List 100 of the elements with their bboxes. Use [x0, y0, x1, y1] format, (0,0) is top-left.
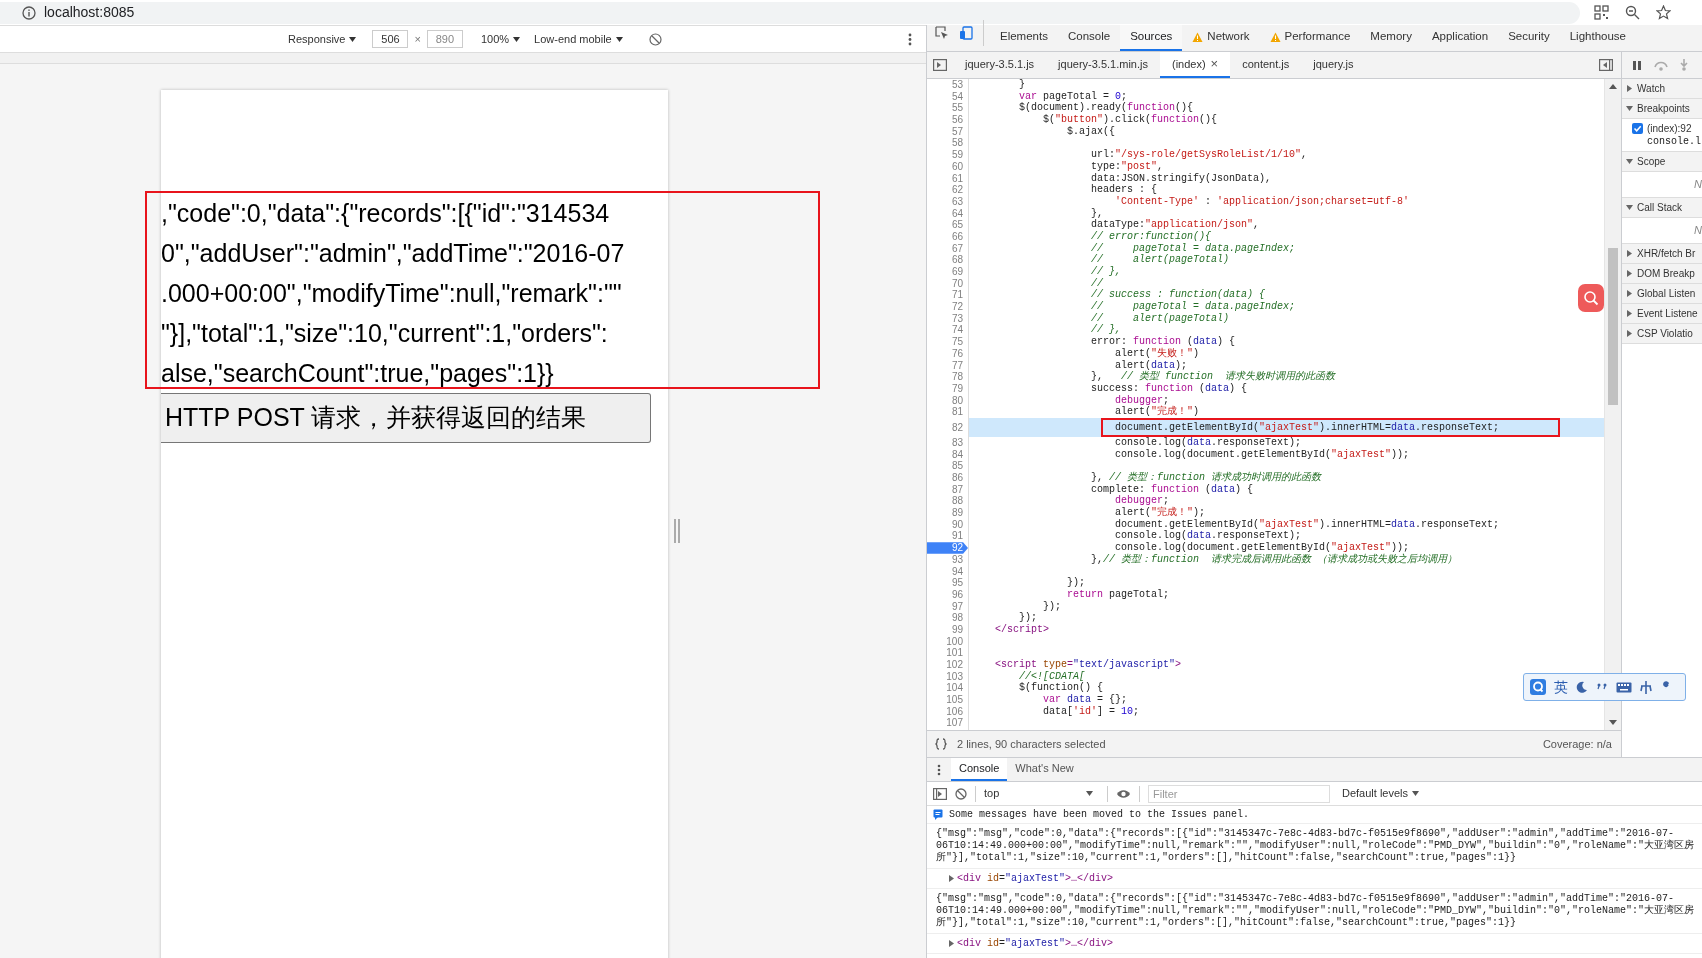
- line-number: 87: [950, 483, 964, 496]
- panel-tab[interactable]: Memory: [1360, 25, 1422, 51]
- line-number: 93: [950, 553, 964, 566]
- more-icon[interactable]: [908, 32, 912, 46]
- file-tab[interactable]: (index) ×: [1159, 52, 1231, 78]
- drawer-menu-icon[interactable]: [937, 763, 941, 776]
- scroll-up-icon[interactable]: [1609, 84, 1617, 89]
- panel-tab[interactable]: Application: [1421, 25, 1499, 51]
- element-preview[interactable]: <div id="ajaxTest">…</div>: [957, 936, 1114, 951]
- file-tab[interactable]: content.js: [1230, 52, 1302, 78]
- line-number: 58: [950, 137, 964, 150]
- rotate-icon[interactable]: [648, 32, 662, 46]
- pause-icon[interactable]: [1632, 59, 1642, 71]
- line-number: 85: [950, 460, 964, 472]
- zoom-icon[interactable]: [1625, 5, 1640, 20]
- panel-tab[interactable]: Lighthouse: [1559, 25, 1636, 51]
- scrollbar-thumb[interactable]: [1608, 248, 1618, 405]
- resize-handle-icon[interactable]: [674, 519, 680, 543]
- caret-icon: [1086, 791, 1093, 796]
- panel-tab[interactable]: Console: [1057, 25, 1121, 51]
- inspect-icon[interactable]: [935, 26, 949, 40]
- code-line: // success : function(data) {: [1091, 289, 1266, 301]
- code-line: console.log(data.responseText);: [1115, 436, 1302, 449]
- line-number: 90: [950, 518, 964, 531]
- context-select[interactable]: top: [984, 785, 1099, 802]
- drawer-tab[interactable]: What's New: [1007, 758, 1082, 781]
- code-line: console.log(document.getElementById("ajaxTest"));: [1115, 448, 1410, 461]
- throttling-select[interactable]: Low-end mobile: [534, 30, 623, 48]
- device-toggle-icon[interactable]: [959, 26, 973, 40]
- ime-mode-toggle[interactable]: 英: [1554, 676, 1568, 698]
- close-button[interactable]: ×: [1210, 54, 1219, 74]
- eye-icon[interactable]: [1116, 788, 1131, 799]
- line-number: 96: [950, 588, 964, 601]
- star-icon[interactable]: [1656, 5, 1671, 20]
- section-header[interactable]: CSP Violatio: [1622, 324, 1702, 344]
- section-header[interactable]: DOM Breakp: [1622, 264, 1702, 284]
- section-title: DOM Breakp: [1637, 267, 1695, 281]
- element-preview[interactable]: <div id="ajaxTest">…</div>: [957, 871, 1114, 886]
- section-header[interactable]: Call Stack: [1622, 198, 1702, 218]
- url-text: localhost:8085: [44, 3, 135, 22]
- width-field[interactable]: 506: [372, 30, 409, 48]
- code-line: $(document).ready(function(){: [1019, 102, 1194, 114]
- q-logo-icon[interactable]: [1530, 679, 1546, 695]
- keyboard-icon[interactable]: [1616, 681, 1632, 693]
- caret-icon: [513, 36, 521, 42]
- line-number: 98: [950, 612, 964, 624]
- code-line: $("button").click(function(){: [1043, 114, 1218, 126]
- address-bar[interactable]: localhost:8085: [0, 1, 1580, 24]
- line-number: 82: [950, 420, 964, 435]
- code-line: data:JSON.stringify(JsonData),: [1091, 172, 1272, 184]
- code-line: dataType:"application/json",: [1091, 219, 1260, 231]
- line-number: 99: [950, 623, 964, 636]
- qr-code-icon[interactable]: [1594, 5, 1609, 20]
- code-line: }, // 类型 function 请求失败时调用的此函数: [1091, 371, 1336, 383]
- line-number: 64: [950, 207, 964, 220]
- section-header[interactable]: XHR/fetch Br: [1622, 244, 1702, 264]
- line-number: 56: [950, 114, 964, 126]
- section-header[interactable]: Global Listen: [1622, 284, 1702, 304]
- code-line: //: [1091, 277, 1104, 289]
- panel-tab[interactable]: Sources: [1120, 25, 1183, 51]
- panel-tab[interactable]: Network: [1182, 25, 1260, 51]
- line-number: 66: [950, 230, 964, 243]
- console-log-message: {"msg":"msg","code":0,"data":{"records":[{"id":"3145347c-7e8c-4d83-bd7c-f0515e9f8690","addUser":"admin","addTime":"2016-07- 06T10:14:49.000+00:00","modifyTime":null,"remark":"","modifyUser":null,"roleCode":"PMD_DYW","buildin":"0","roleName":"大亚湾区房 所"}],"total":1,"size":10,"current":1,"orders":[],"hitCount":false,"searchCount":true,"pages":1}}: [936, 828, 1696, 864]
- section-header[interactable]: Event Listene: [1622, 304, 1702, 324]
- collapsed-triangle-icon[interactable]: [949, 940, 954, 947]
- console-sidebar-icon[interactable]: [933, 787, 947, 800]
- panel-tab[interactable]: Security: [1498, 25, 1560, 51]
- code-line: });: [1067, 577, 1086, 589]
- collapsed-triangle-icon[interactable]: [949, 875, 954, 882]
- code-line: }: [1019, 79, 1026, 91]
- device-select[interactable]: Responsive: [288, 30, 369, 48]
- section-header[interactable]: Scope: [1622, 152, 1702, 172]
- line-number: 67: [950, 242, 964, 255]
- drawer-tab[interactable]: Console: [951, 758, 1008, 781]
- checkbox[interactable]: [1632, 123, 1643, 134]
- panel-tab[interactable]: Elements: [990, 25, 1058, 51]
- section-header[interactable]: Breakpoints: [1622, 99, 1702, 119]
- height-field[interactable]: 890: [426, 30, 463, 48]
- scroll-down-icon[interactable]: [1609, 720, 1617, 725]
- filter-field[interactable]: Filter: [1148, 784, 1330, 803]
- code-line: document.getElementById("ajaxTest").innerHTML=data.responseText;: [1115, 421, 1500, 434]
- line-number: 72: [950, 301, 964, 313]
- file-tab[interactable]: jquery-3.5.1.min.js: [1046, 52, 1160, 78]
- sidebar-toggle-icon[interactable]: [1599, 59, 1613, 71]
- file-tab[interactable]: jquery-3.5.1.js: [953, 52, 1047, 78]
- section-header[interactable]: Watch: [1622, 79, 1702, 99]
- zoom-select[interactable]: 100%: [480, 30, 521, 48]
- code-line: // },: [1091, 266, 1122, 278]
- navigator-toggle-icon[interactable]: [933, 59, 947, 71]
- file-tab[interactable]: jquery.js: [1301, 52, 1366, 78]
- line-number: 92: [927, 542, 968, 554]
- panel-tab[interactable]: Performance: [1259, 25, 1361, 51]
- floating-search-button[interactable]: [1578, 284, 1604, 312]
- moon-icon[interactable]: [1576, 681, 1588, 693]
- clear-console-icon[interactable]: [955, 787, 967, 800]
- post-button[interactable]: HTTP POST 请求，并获得返回的结果: [161, 393, 651, 443]
- line-number: 57: [950, 125, 964, 138]
- levels-select[interactable]: Default levels: [1342, 785, 1420, 802]
- breakpoint-code: console.l: [1647, 135, 1701, 148]
- pretty-print-icon[interactable]: [935, 738, 947, 750]
